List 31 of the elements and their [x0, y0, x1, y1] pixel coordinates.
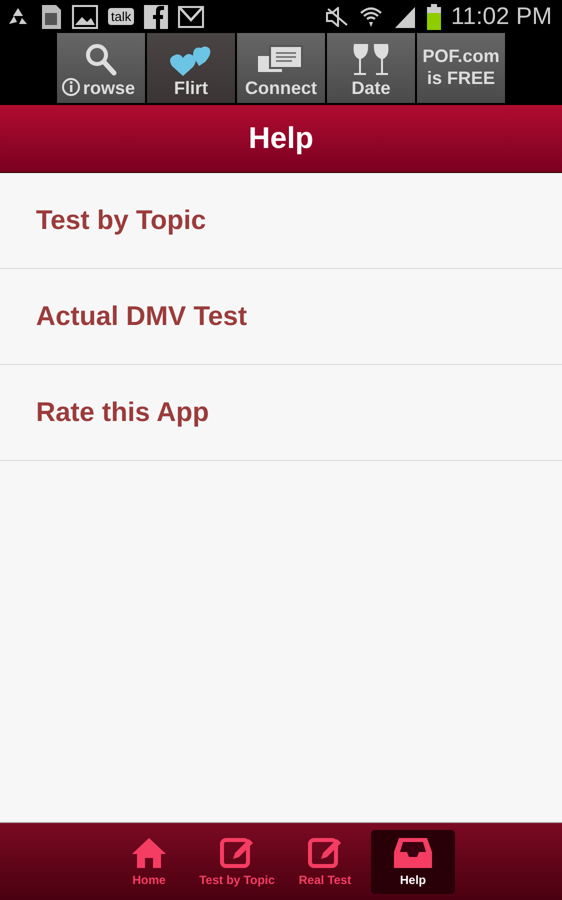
page-title: Help: [248, 122, 314, 156]
ad-tab[interactable]: Flirt: [147, 33, 235, 103]
nav-tab[interactable]: Help: [371, 830, 455, 894]
signal-icon: [393, 4, 418, 28]
menu-item[interactable]: Actual DMV Test: [0, 269, 562, 365]
wine-glasses-icon: [351, 42, 391, 78]
clock-time: 11:02 PM: [451, 2, 552, 30]
nav-tab[interactable]: Test by Topic: [195, 830, 279, 894]
ad-tab[interactable]: POF.com is FREE: [417, 33, 505, 103]
hearts-icon: [169, 44, 213, 78]
home-icon: [131, 836, 167, 868]
sd-card-icon: [40, 4, 62, 30]
nav-tab[interactable]: Home: [107, 830, 191, 894]
search-icon: [83, 42, 119, 78]
mute-icon: [325, 6, 350, 26]
edit-icon: [219, 836, 255, 868]
info-icon[interactable]: [61, 77, 81, 97]
menu-item[interactable]: Test by Topic: [0, 173, 562, 269]
talk-icon: talk: [108, 8, 134, 25]
nav-tab[interactable]: Real Test: [283, 830, 367, 894]
ad-tab[interactable]: Date: [327, 33, 415, 103]
ad-tab[interactable]: Connect: [237, 33, 325, 103]
wifi-icon: [359, 4, 384, 28]
battery-icon: [427, 4, 442, 30]
ad-tab[interactable]: rowse: [57, 33, 145, 103]
image-icon: [72, 4, 98, 28]
edit-icon: [307, 836, 343, 868]
menu-item[interactable]: Rate this App: [0, 365, 562, 461]
facebook-icon: [144, 4, 168, 28]
inbox-icon: [393, 836, 433, 868]
mail-icon: [178, 6, 204, 28]
